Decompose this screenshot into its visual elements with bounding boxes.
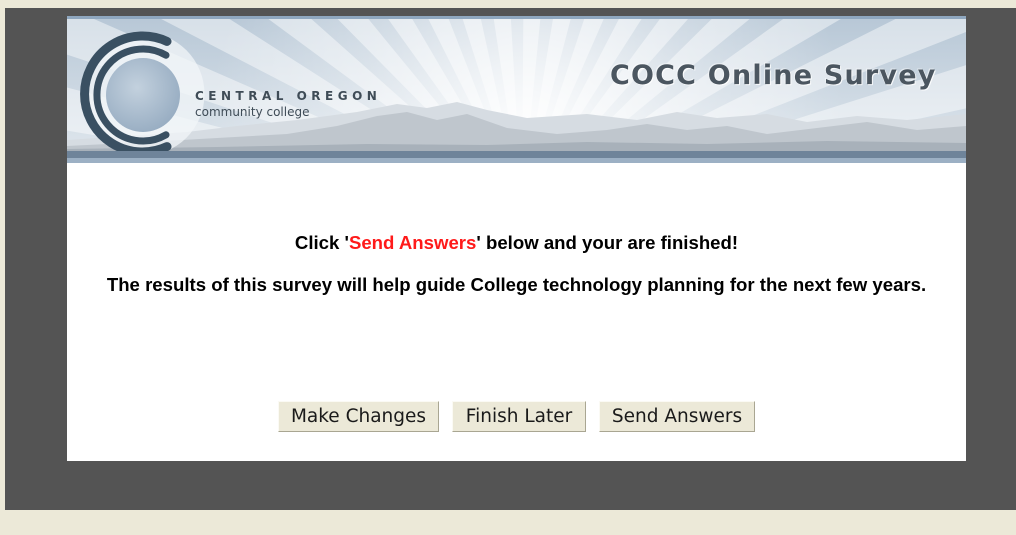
header-bottom-band-light: [67, 158, 966, 163]
header: CENTRAL OREGON community college COCC On…: [67, 16, 966, 163]
action-buttons: Make Changes Finish Later Send Answers: [67, 401, 966, 432]
college-name: CENTRAL OREGON: [195, 89, 382, 103]
make-changes-button[interactable]: Make Changes: [278, 401, 439, 432]
survey-purpose-text: The results of this survey will help gui…: [106, 274, 927, 295]
college-subtitle: community college: [195, 105, 310, 119]
header-top-stripe: [67, 16, 966, 19]
send-answers-button[interactable]: Send Answers: [599, 401, 755, 432]
logo-disc: [106, 58, 180, 132]
header-bottom-band-dark: [67, 151, 966, 158]
instruction-suffix: ' below and your are finished!: [476, 232, 739, 253]
page-title: COCC Online Survey: [610, 60, 937, 91]
finish-instruction: Click 'Send Answers' below and your are …: [67, 232, 966, 254]
instruction-prefix: Click ': [294, 232, 349, 253]
survey-content-panel: CENTRAL OREGON community college COCC On…: [67, 16, 966, 461]
finish-later-button[interactable]: Finish Later: [452, 401, 586, 432]
send-answers-highlight: Send Answers: [348, 232, 477, 253]
cocc-logo: [80, 31, 205, 157]
page-frame: CENTRAL OREGON community college COCC On…: [5, 8, 1016, 510]
